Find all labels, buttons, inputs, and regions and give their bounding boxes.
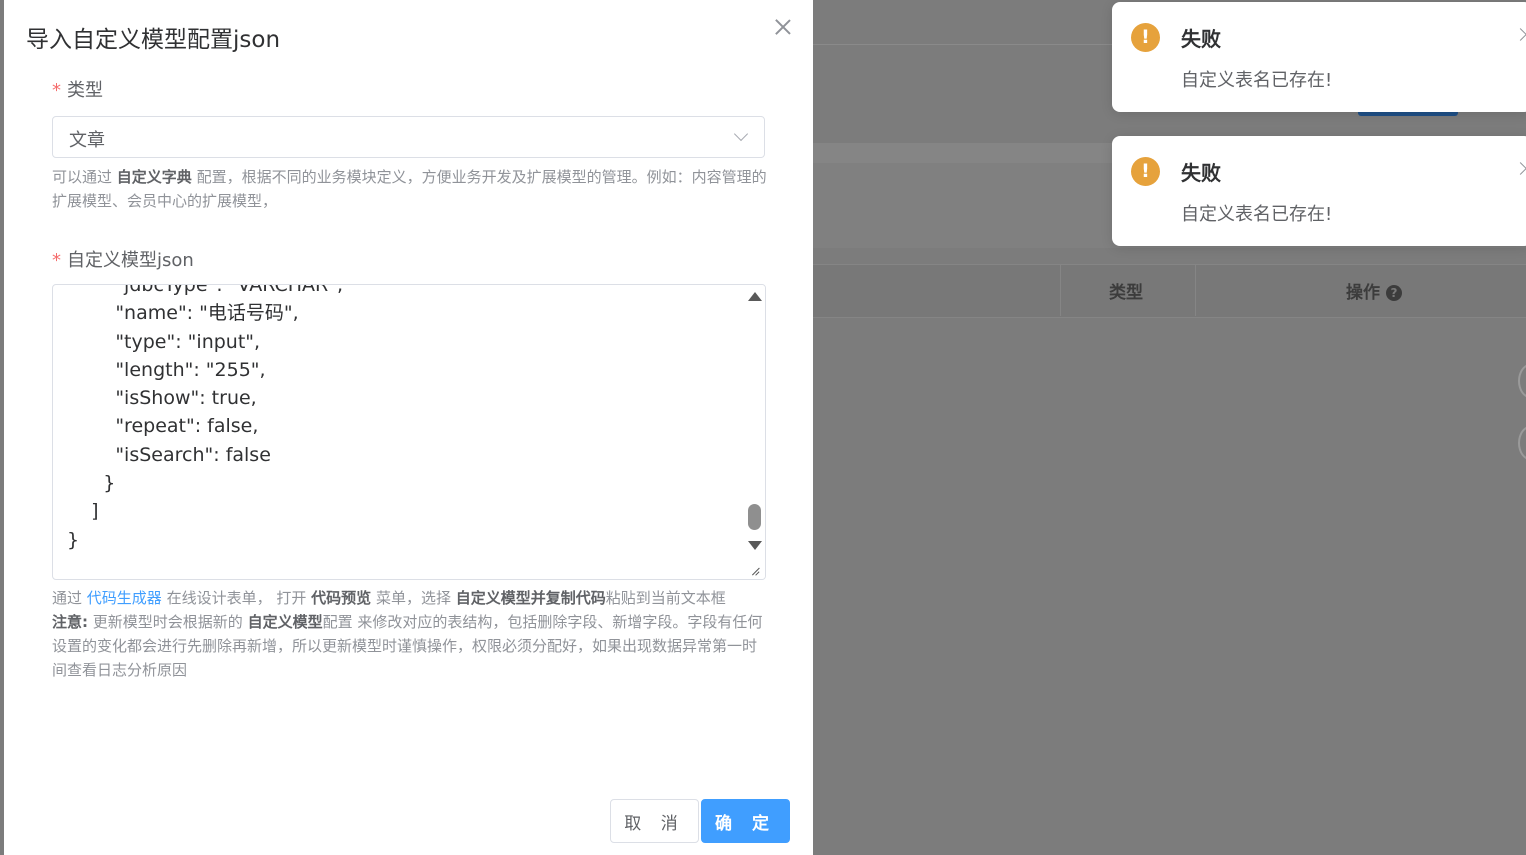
close-icon[interactable] bbox=[772, 16, 794, 38]
chevron-right-icon[interactable] bbox=[1514, 28, 1526, 41]
type-hint: 可以通过 自定义字典 配置，根据不同的业务模块定义，方便业务开发及扩展模型的管理… bbox=[52, 168, 767, 210]
json-hint: 通过 代码生成器 在线设计表单， 打开 代码预览 菜单，选择 自定义模型并复制代… bbox=[52, 589, 763, 679]
chevron-down-icon bbox=[733, 126, 749, 142]
json-content[interactable]: "jdbcType": "VARCHAR", "name": "电话号码", "… bbox=[67, 285, 343, 554]
notification-title: 失败 bbox=[1181, 161, 1221, 185]
textarea-scrollbar[interactable] bbox=[743, 285, 765, 579]
type-select-value: 文章 bbox=[69, 130, 105, 151]
notification-error: ! 失败 自定义表名已存在! bbox=[1112, 2, 1526, 112]
required-mark: * bbox=[52, 250, 61, 271]
question-circle-icon: ? bbox=[1386, 285, 1402, 301]
import-model-dialog: 导入自定义模型配置json * 类型 文章 可以通过 自定义字典 配置，根据不同的… bbox=[4, 0, 813, 855]
required-mark: * bbox=[52, 80, 61, 101]
json-label: * 自定义模型json bbox=[52, 250, 194, 271]
notification-error: ! 失败 自定义表名已存在! bbox=[1112, 136, 1526, 246]
warning-icon: ! bbox=[1131, 157, 1160, 186]
chevron-right-icon[interactable] bbox=[1514, 162, 1526, 175]
dialog-title: 导入自定义模型配置json bbox=[26, 27, 281, 53]
type-label: * 类型 bbox=[52, 80, 103, 101]
notification-message: 自定义表名已存在! bbox=[1181, 70, 1333, 91]
scroll-down-arrow-icon[interactable] bbox=[748, 541, 762, 550]
scrollbar-thumb[interactable] bbox=[748, 504, 761, 530]
warning-icon: ! bbox=[1131, 23, 1160, 52]
resize-handle-icon[interactable] bbox=[749, 565, 761, 577]
json-textarea[interactable]: "jdbcType": "VARCHAR", "name": "电话号码", "… bbox=[52, 284, 766, 580]
notification-message: 自定义表名已存在! bbox=[1181, 204, 1333, 225]
background-table-header bbox=[813, 264, 1526, 318]
column-header-type: 类型 bbox=[1109, 283, 1143, 303]
cancel-button[interactable]: 取 消 bbox=[610, 799, 699, 843]
column-header-actions: 操作? bbox=[1346, 278, 1402, 303]
scroll-up-arrow-icon[interactable] bbox=[748, 292, 762, 301]
notification-title: 失败 bbox=[1181, 27, 1221, 51]
code-generator-link[interactable]: 代码生成器 bbox=[87, 589, 162, 607]
confirm-button[interactable]: 确 定 bbox=[701, 799, 790, 843]
type-select[interactable]: 文章 bbox=[52, 116, 765, 158]
column-divider bbox=[1060, 264, 1061, 316]
column-divider bbox=[1195, 264, 1196, 316]
